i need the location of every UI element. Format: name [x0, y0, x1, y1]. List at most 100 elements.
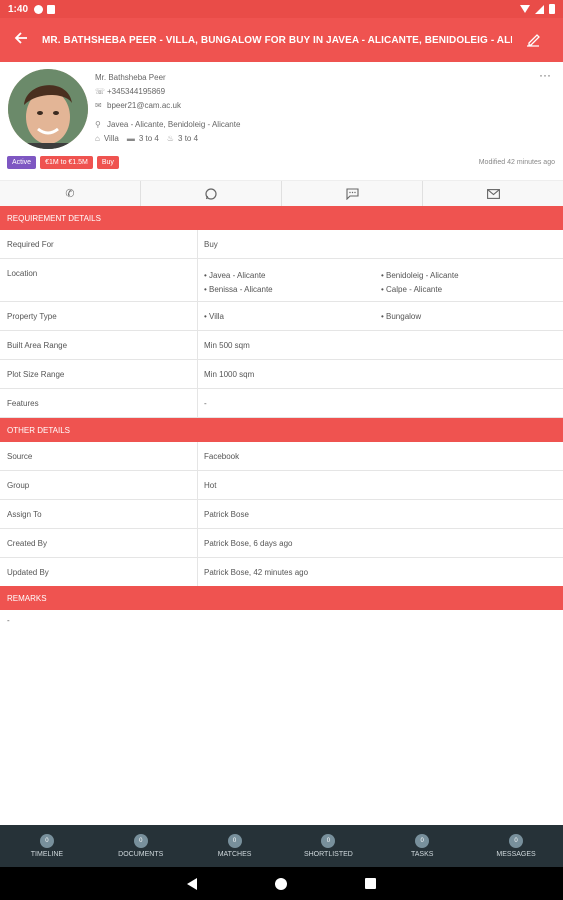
tab-label: MATCHES [217, 851, 252, 858]
remarks-value: - [7, 616, 10, 625]
row-property-type: Property Type • Villa • Bungalow [0, 302, 563, 331]
app-bar: MR. BATHSHEBA PEER - VILLA, BUNGALOW FOR… [0, 18, 563, 62]
group-value: Hot [204, 480, 217, 490]
location-label: Location [7, 269, 38, 278]
contact-name: Mr. Bathsheba Peer [95, 72, 166, 82]
created-by-label: Created By [7, 538, 48, 548]
bottom-tab-bar: 0 TIMELINE 0 DOCUMENTS 0 MATCHES 0 SHORT… [0, 825, 563, 867]
envelope-icon [486, 188, 500, 199]
location-item: • Benidoleig - Alicante [381, 271, 459, 280]
row-group: Group Hot [0, 471, 563, 500]
contact-actions: ✆ [0, 180, 563, 206]
tab-messages[interactable]: 0 MESSAGES [469, 825, 563, 867]
nav-back-icon[interactable] [187, 877, 197, 890]
plot-size-label: Plot Size Range [7, 369, 65, 379]
beds-range: 3 to 4 [138, 134, 159, 143]
source-label: Source [7, 451, 33, 461]
home-icon: ⌂ [95, 134, 100, 143]
avatar [8, 69, 88, 149]
created-by-value: Patrick Bose, 6 days ago [204, 538, 293, 548]
property-type-label: Villa [103, 134, 119, 143]
required-for-value: Buy [204, 239, 218, 249]
tab-documents[interactable]: 0 DOCUMENTS [94, 825, 188, 867]
required-for-label: Required For [7, 239, 54, 249]
row-required-for: Required For Buy [0, 230, 563, 259]
type-badge: Buy [96, 156, 119, 169]
edit-button[interactable] [512, 31, 554, 49]
chat-bubble-icon [345, 187, 359, 200]
row-created-by: Created By Patrick Bose, 6 days ago [0, 529, 563, 558]
tab-label: TASKS [411, 851, 434, 858]
tab-matches[interactable]: 0 MATCHES [188, 825, 282, 867]
bed-icon: ▬ [126, 134, 135, 143]
more-options-button[interactable]: ··· [539, 68, 551, 82]
notification-square-icon [47, 4, 56, 14]
back-button[interactable] [0, 30, 42, 50]
contact-location: Javea - Alicante, Benidoleig - Alicante [107, 120, 241, 129]
assign-to-value: Patrick Bose [204, 509, 249, 519]
call-button[interactable]: ✆ [0, 181, 141, 206]
property-type-item: • Bungalow [381, 311, 422, 321]
phone-icon: ✆ [65, 188, 75, 200]
features-label: Features [7, 398, 39, 408]
profile-card: Mr. Bathsheba Peer ☏ +345344195869 ✉ bpeer… [0, 62, 563, 180]
row-built-area: Built Area Range Min 500 sqm [0, 331, 563, 360]
requirement-details-header: REQUIREMENT DETAILS [0, 206, 563, 230]
modified-time: Modified 42 minutes ago [478, 159, 555, 166]
count-badge: 0 [509, 834, 524, 848]
contact-email[interactable]: bpeer21@cam.ac.uk [107, 101, 181, 110]
whatsapp-button[interactable] [141, 181, 282, 206]
remarks-header: REMARKS [0, 586, 563, 610]
property-type-item: • Villa [204, 311, 224, 321]
nav-recents-icon[interactable] [365, 878, 376, 889]
email-icon: ✉ [95, 100, 102, 110]
row-features: Features - [0, 389, 563, 418]
sms-button[interactable] [282, 181, 423, 206]
wifi-icon [520, 5, 530, 13]
built-area-value: Min 500 sqm [204, 340, 250, 350]
tab-label: MESSAGES [496, 851, 536, 858]
signal-icon [535, 4, 544, 14]
count-badge: 0 [321, 834, 336, 848]
whatsapp-icon [205, 187, 217, 200]
edit-hand-icon [527, 34, 540, 47]
nav-home-icon[interactable] [275, 877, 287, 890]
count-badge: 0 [39, 834, 54, 848]
contact-phone[interactable]: +345344195869 [107, 87, 165, 96]
page-title: MR. BATHSHEBA PEER - VILLA, BUNGALOW FOR… [42, 34, 512, 46]
notification-icon [34, 4, 44, 14]
tab-label: TIMELINE [30, 851, 64, 858]
built-area-label: Built Area Range [7, 340, 68, 350]
row-location: Location • Javea - Alicante • Benissa - … [0, 259, 563, 302]
row-plot-size: Plot Size Range Min 1000 sqm [0, 360, 563, 389]
other-details-header: OTHER DETAILS [0, 418, 563, 442]
tab-label: SHORTLISTED [303, 851, 353, 858]
tab-timeline[interactable]: 0 TIMELINE [0, 825, 94, 867]
row-source: Source Facebook [0, 442, 563, 471]
status-bar: 1:40 [0, 0, 563, 18]
row-updated-by: Updated By Patrick Bose, 42 minutes ago [0, 558, 563, 587]
assign-to-label: Assign To [7, 509, 42, 519]
location-item: • Javea - Alicante [204, 271, 266, 280]
count-badge: 0 [133, 834, 148, 848]
baths-range: 3 to 4 [178, 134, 199, 143]
arrow-left-icon [14, 32, 27, 44]
status-badge: Active [7, 156, 37, 169]
phone-icon: ☏ [95, 86, 106, 96]
location-item: • Calpe - Alicante [381, 285, 443, 294]
updated-by-value: Patrick Bose, 42 minutes ago [204, 567, 309, 577]
tab-tasks[interactable]: 0 TASKS [375, 825, 469, 867]
status-time: 1:40 [8, 3, 29, 15]
group-label: Group [7, 480, 30, 490]
tab-label: DOCUMENTS [118, 851, 164, 858]
tab-shortlisted[interactable]: 0 SHORTLISTED [281, 825, 375, 867]
row-assign-to: Assign To Patrick Bose [0, 500, 563, 529]
email-button[interactable] [423, 181, 563, 206]
count-badge: 0 [415, 834, 430, 848]
property-type-label: Property Type [7, 311, 57, 321]
updated-by-label: Updated By [7, 567, 49, 577]
bath-icon: ♨ [166, 134, 175, 143]
budget-badge: €1M to €1.5M [40, 156, 93, 169]
features-value: - [204, 398, 207, 408]
location-pin-icon: ⚲ [95, 120, 101, 129]
